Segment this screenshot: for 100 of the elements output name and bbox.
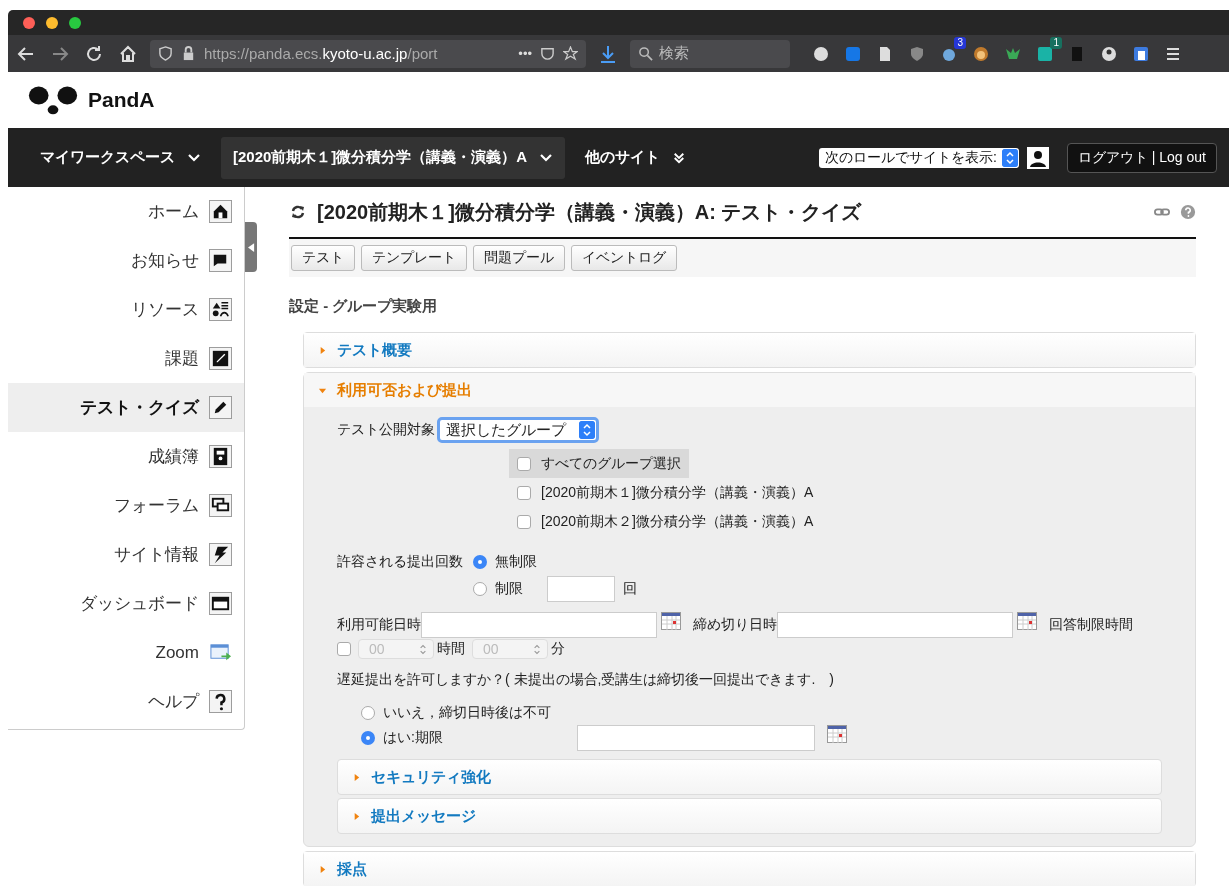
pen-paper-icon <box>209 347 232 370</box>
calendar-icon[interactable] <box>1017 612 1037 630</box>
account-icon[interactable] <box>1100 44 1118 63</box>
stepper-arrows-icon <box>419 643 427 655</box>
site-nav-tab[interactable]: 他のサイト <box>573 136 699 179</box>
pocket-icon[interactable] <box>540 46 555 61</box>
tool-button[interactable]: イベントログ <box>571 245 677 271</box>
chevron-down-icon <box>539 151 554 164</box>
radio-option[interactable]: はい:期限 <box>361 725 1162 751</box>
caret-icon <box>318 345 327 355</box>
page-title: [2020前期木１]微分積分学（講義・演義）A: テスト・クイズ <box>317 199 863 225</box>
panda-logo-icon <box>28 84 78 116</box>
checkbox[interactable] <box>517 514 531 529</box>
radio-option[interactable]: いいえ，締切日時後は不可 <box>361 701 1162 725</box>
lock-icon[interactable] <box>181 46 196 61</box>
tool-button[interactable]: 問題プール <box>473 245 565 271</box>
address-bar[interactable]: https://panda.ecs.kyoto-u.ac.jp/port ••• <box>150 39 586 68</box>
release-select[interactable]: 選択したグループ <box>437 417 599 443</box>
checkbox[interactable] <box>517 485 531 500</box>
pencil-icon <box>209 396 232 419</box>
shield-icon[interactable] <box>158 46 173 61</box>
sidebar-item[interactable]: 成績簿 <box>8 432 244 481</box>
url-text: https://panda.ecs.kyoto-u.ac.jp/port <box>204 45 439 62</box>
sidebar-item[interactable]: ヘルプ <box>8 677 244 726</box>
sidebar-item[interactable]: リソース <box>8 285 244 334</box>
window-icon <box>209 592 232 615</box>
book-icon <box>209 445 232 468</box>
star-icon[interactable] <box>563 46 578 61</box>
group-option[interactable]: [2020前期木２]微分積分学（講義・演義）A <box>509 507 822 536</box>
minimize-window-button[interactable] <box>46 16 58 29</box>
reload-icon[interactable] <box>84 43 104 64</box>
radio-button[interactable] <box>361 731 375 745</box>
field-label: 利用可能日時 <box>337 616 421 634</box>
site-name: PandA <box>88 88 155 112</box>
collapse-sidebar-handle[interactable] <box>245 222 257 272</box>
tool-button[interactable]: テスト <box>291 245 355 271</box>
speech-bubbles-icon <box>209 494 232 517</box>
field-label: 許容される提出回数 <box>337 553 463 571</box>
more-actions-button[interactable]: ••• <box>518 46 532 61</box>
extension-icon[interactable] <box>1132 44 1150 63</box>
settings-subsection[interactable]: 提出メッセージ <box>337 798 1162 834</box>
notification-badge: 3 <box>954 36 966 49</box>
sidebar-item[interactable]: テスト・クイズ <box>8 383 244 432</box>
logout-button[interactable]: ログアウト | Log out <box>1066 142 1217 173</box>
section-header[interactable]: テスト概要 <box>304 333 1195 367</box>
help-icon[interactable] <box>1180 204 1196 220</box>
notification-badge: 1 <box>1050 36 1062 49</box>
search-icon <box>638 46 653 61</box>
sidebar-item[interactable]: 課題 <box>8 334 244 383</box>
role-select[interactable]: 次のロールでサイトを表示: <box>818 147 1019 168</box>
unit-label: 回 <box>623 580 637 598</box>
tool-button[interactable]: テンプレート <box>361 245 467 271</box>
home-icon[interactable] <box>118 43 138 64</box>
settings-subsection[interactable]: セキュリティ強化 <box>337 759 1162 795</box>
radio-option[interactable]: 無制限 <box>473 550 637 574</box>
shield-icon[interactable] <box>908 44 926 63</box>
select-arrows-icon <box>1001 148 1018 167</box>
sidebar-item[interactable]: サイト情報 <box>8 530 244 579</box>
sidebar-item[interactable]: ホーム <box>8 187 244 236</box>
unit-label: 分 <box>551 640 565 658</box>
late-submission-question: 遅延提出を許可しますか？( 未提出の場合,受講生は締切後一回提出できます. ) <box>337 671 835 689</box>
sidebar-item[interactable]: フォーラム <box>8 481 244 530</box>
chevron-down-icon <box>187 151 201 164</box>
caret-icon <box>352 811 361 821</box>
settings-heading: 設定 - グループ実験用 <box>289 297 439 316</box>
calendar-icon[interactable] <box>661 612 681 630</box>
checkbox[interactable] <box>337 642 351 656</box>
zoom-window-button[interactable] <box>69 16 81 29</box>
lightning-icon <box>209 543 232 566</box>
count-field[interactable] <box>547 576 615 602</box>
radio-button[interactable] <box>361 706 375 720</box>
date-field[interactable] <box>577 725 815 751</box>
close-window-button[interactable] <box>23 16 35 29</box>
field-label: 締め切り日時 <box>693 616 777 634</box>
field-label: 回答制限時間 <box>1049 616 1133 634</box>
date-field[interactable] <box>421 612 657 638</box>
caret-icon <box>318 864 327 874</box>
refresh-arrows-icon[interactable] <box>289 203 307 221</box>
flag-icon <box>209 249 232 272</box>
select-arrows-icon <box>579 421 595 439</box>
radio-option[interactable]: 制限 回 <box>473 576 637 602</box>
checkbox[interactable] <box>517 456 531 471</box>
sidebar-item[interactable]: ダッシュボード <box>8 579 244 628</box>
field-label: テスト公開対象 <box>337 421 435 439</box>
site-nav-tab[interactable]: [2020前期木１]微分積分学（講義・演義）A <box>221 136 566 179</box>
site-nav-tab[interactable]: マイワークスペース <box>28 136 213 179</box>
radio-button[interactable] <box>473 555 487 569</box>
user-icon[interactable] <box>1026 146 1049 169</box>
search-field[interactable]: 検索 <box>630 39 790 68</box>
sidebar-item[interactable]: お知らせ <box>8 236 244 285</box>
date-field[interactable] <box>777 612 1013 638</box>
radio-button[interactable] <box>473 582 487 596</box>
shapes-icon <box>209 298 232 321</box>
group-option[interactable]: [2020前期木１]微分積分学（講義・演義）A <box>509 478 822 507</box>
sidebar-item[interactable]: Zoom <box>8 628 244 677</box>
caret-icon <box>352 772 361 782</box>
unit-label: 時間 <box>437 640 465 658</box>
section-header[interactable]: 採点 <box>304 852 1195 886</box>
calendar-icon[interactable] <box>827 725 847 743</box>
download-icon[interactable] <box>598 43 618 64</box>
